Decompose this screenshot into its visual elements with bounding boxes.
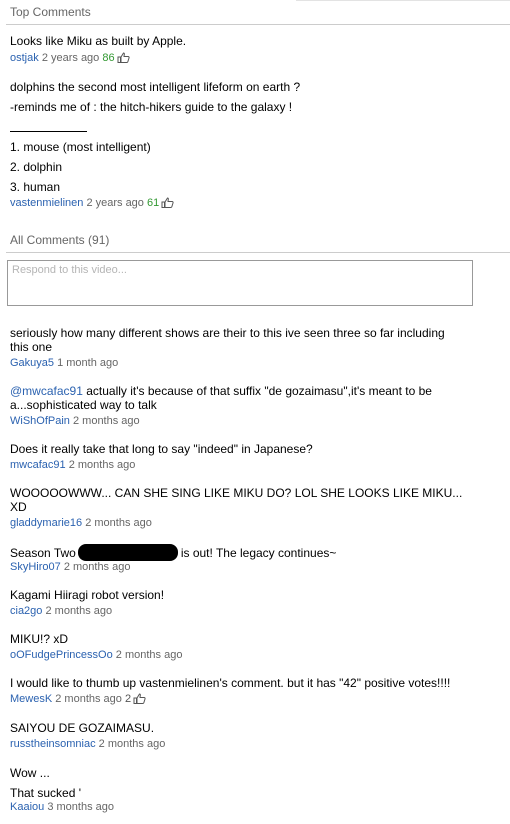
- comment-body: Season Two: [10, 546, 76, 560]
- vote-count: 86: [102, 52, 115, 64]
- comment-author[interactable]: Kaaiou: [10, 801, 44, 813]
- comment-text: Season Two is out! The legacy continues~: [10, 544, 336, 561]
- comment-author[interactable]: russtheinsomniac: [10, 738, 96, 750]
- thumbs-up-icon[interactable]: [117, 52, 130, 66]
- comment-text: Wow ...: [10, 766, 50, 780]
- comment-meta: mwcafac91 2 months ago: [10, 459, 135, 471]
- comment-meta: WiShOfPain 2 months ago: [10, 415, 140, 427]
- comment-author[interactable]: SkyHiro07: [10, 561, 61, 573]
- comment-text: SAIYOU DE GOZAIMASU.: [10, 721, 155, 735]
- comment-text: 1. mouse (most intelligent): [10, 140, 151, 154]
- comment-author[interactable]: WiShOfPain: [10, 415, 70, 427]
- comment-text: Kagami Hiiragi robot version!: [10, 588, 165, 602]
- vote-count: 2: [124, 693, 132, 705]
- comment-author[interactable]: oOFudgePrincessOo: [10, 649, 113, 661]
- comment-time: 2 years ago: [41, 52, 100, 64]
- comment-time: 2 months ago: [55, 693, 122, 705]
- comment-meta: Kaaiou 3 months ago: [10, 801, 114, 813]
- comment-author[interactable]: vastenmielinen: [10, 197, 83, 209]
- comment-text: Looks like Miku as built by Apple.: [10, 34, 187, 48]
- respond-box[interactable]: [7, 260, 473, 306]
- comment-author[interactable]: gladdymarie16: [10, 517, 82, 529]
- comment-meta: MewesK 2 months ago 2: [10, 693, 146, 707]
- all-comments-divider: [6, 252, 510, 253]
- text-underline-rule: [10, 131, 87, 132]
- comment-text: I would like to thumb up vastenmielinen'…: [10, 676, 451, 690]
- comment-meta: vastenmielinen 2 years ago 61: [10, 197, 174, 211]
- comment-author[interactable]: cia2go: [10, 605, 42, 617]
- comment-time: 2 months ago: [85, 517, 152, 529]
- comment-text: dolphins the second most intelligent lif…: [10, 80, 301, 94]
- top-comments-title: Top Comments: [10, 5, 91, 19]
- comment-text: @mwcafac91 actually it's because of that…: [10, 384, 465, 412]
- comment-time: 2 months ago: [98, 738, 166, 750]
- top-comments-divider: [6, 24, 510, 25]
- mention-link[interactable]: @mwcafac91: [10, 384, 83, 398]
- header-divider: [296, 0, 510, 1]
- thumbs-up-icon[interactable]: [161, 197, 174, 211]
- comment-author[interactable]: ostjak: [10, 52, 39, 64]
- comment-meta: Gakuya5 1 month ago: [10, 357, 118, 369]
- comment-meta: cia2go 2 months ago: [10, 605, 112, 617]
- comment-time: 2 years ago: [86, 197, 144, 209]
- comment-time: 2 months ago: [45, 605, 113, 617]
- comment-text: seriously how many different shows are t…: [10, 326, 445, 354]
- comment-time: 2 months ago: [63, 561, 131, 573]
- comment-body: is out! The legacy continues~: [180, 546, 337, 560]
- comment-time: 1 month ago: [57, 357, 119, 369]
- comment-text: 3. human: [10, 180, 61, 194]
- comment-author[interactable]: MewesK: [10, 693, 52, 705]
- thumbs-up-icon[interactable]: [133, 693, 146, 707]
- comment-text: -reminds me of : the hitch-hikers guide …: [10, 100, 293, 114]
- vote-count: 61: [146, 197, 160, 209]
- redacted-text: [77, 544, 178, 561]
- comment-meta: gladdymarie16 2 months ago: [10, 517, 152, 529]
- comment-meta: ostjak 2 years ago 86: [10, 52, 130, 66]
- comment-text: Does it really take that long to say "in…: [10, 442, 313, 456]
- comment-text: WOOOOOWWW... CAN SHE SING LIKE MIKU DO? …: [10, 486, 463, 514]
- all-comments-title: All Comments (91): [10, 233, 110, 247]
- comment-meta: SkyHiro07 2 months ago: [10, 561, 130, 573]
- comment-time: 2 months ago: [115, 649, 183, 661]
- comment-time: 2 months ago: [68, 459, 136, 471]
- comment-meta: russtheinsomniac 2 months ago: [10, 738, 165, 750]
- comment-author[interactable]: mwcafac91: [10, 459, 66, 471]
- comment-time: 3 months ago: [47, 801, 114, 813]
- comment-author[interactable]: Gakuya5: [10, 357, 54, 369]
- comment-text: That sucked ': [10, 786, 81, 800]
- comment-time: 2 months ago: [72, 415, 140, 427]
- comment-text: 2. dolphin: [10, 160, 63, 174]
- respond-input[interactable]: [8, 261, 468, 301]
- comment-text: MIKU!? xD: [10, 632, 69, 646]
- comment-meta: oOFudgePrincessOo 2 months ago: [10, 649, 182, 661]
